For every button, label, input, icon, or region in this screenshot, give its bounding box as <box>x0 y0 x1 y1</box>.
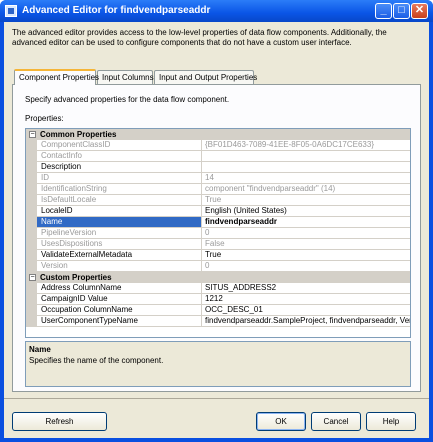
property-value[interactable] <box>202 151 410 161</box>
property-name: Occupation ColumnName <box>37 305 202 315</box>
row-margin <box>26 305 37 316</box>
property-row-version[interactable]: Version 0 <box>26 261 410 272</box>
row-margin <box>26 283 37 294</box>
tab-input-columns[interactable]: Input Columns <box>97 70 154 84</box>
property-row-isdefaultlocale[interactable]: IsDefaultLocale True <box>26 195 410 206</box>
advanced-editor-window: Advanced Editor for findvendparseaddr _ … <box>0 0 433 442</box>
property-row-id[interactable]: ID 14 <box>26 173 410 184</box>
property-row-identificationstring[interactable]: IdentificationString component "findvend… <box>26 184 410 195</box>
row-margin <box>26 206 37 217</box>
maximize-button[interactable]: □ <box>393 3 410 19</box>
category-common-properties[interactable]: − Common Properties <box>26 129 410 140</box>
cancel-button[interactable]: Cancel <box>311 412 361 431</box>
property-name: IsDefaultLocale <box>37 195 202 205</box>
row-margin <box>26 316 37 327</box>
property-value[interactable]: 1212 <box>202 294 410 304</box>
property-name: Description <box>37 162 202 172</box>
title-bar[interactable]: Advanced Editor for findvendparseaddr _ … <box>0 0 433 22</box>
property-value[interactable] <box>202 162 410 172</box>
property-name: UsesDispositions <box>37 239 202 249</box>
property-name: ComponentClassID <box>37 140 202 150</box>
row-margin <box>26 184 37 195</box>
property-name: ID <box>37 173 202 183</box>
property-row-description[interactable]: Description <box>26 162 410 173</box>
property-name: IdentificationString <box>37 184 202 194</box>
help-text: Specifies the name of the component. <box>29 356 164 365</box>
properties-label: Properties: <box>25 114 64 123</box>
row-margin <box>26 228 37 239</box>
component-properties-panel: Specify advanced properties for the data… <box>12 84 421 392</box>
editor-description: The advanced editor provides access to t… <box>12 28 387 47</box>
window-title: Advanced Editor for findvendparseaddr <box>22 5 211 16</box>
property-row-address-columnname[interactable]: Address ColumnName SITUS_ADDRESS2 <box>26 283 410 294</box>
collapse-icon[interactable]: − <box>29 131 36 138</box>
property-row-usesdispositions[interactable]: UsesDispositions False <box>26 239 410 250</box>
row-margin <box>26 261 37 272</box>
property-row-campaignid-value[interactable]: CampaignID Value 1212 <box>26 294 410 305</box>
button-separator <box>4 398 429 399</box>
panel-instruction: Specify advanced properties for the data… <box>25 95 230 104</box>
row-margin <box>26 239 37 250</box>
row-margin <box>26 250 37 261</box>
row-margin <box>26 162 37 173</box>
help-title: Name <box>29 345 51 354</box>
row-margin <box>26 217 37 228</box>
property-value[interactable]: findvendparseaddr.SampleProject, findven… <box>202 316 410 326</box>
property-name: Name <box>37 217 202 227</box>
property-name: ContactInfo <box>37 151 202 161</box>
close-button[interactable]: ✕ <box>411 3 428 19</box>
row-margin <box>26 173 37 184</box>
help-button[interactable]: Help <box>366 412 416 431</box>
ok-button[interactable]: OK <box>256 412 306 431</box>
property-value: component "findvendparseaddr" (14) <box>205 184 336 193</box>
property-row-componentclassid[interactable]: ComponentClassID {BF01D463-7089-41EE-8F0… <box>26 140 410 151</box>
property-value[interactable]: SITUS_ADDRESS2 <box>202 283 410 293</box>
property-value[interactable]: OCC_DESC_01 <box>202 305 410 315</box>
row-margin <box>26 151 37 162</box>
property-value[interactable]: English (United States) <box>202 206 410 216</box>
row-margin <box>26 195 37 206</box>
category-custom-properties[interactable]: − Custom Properties <box>26 272 410 283</box>
property-row-contactinfo[interactable]: ContactInfo <box>26 151 410 162</box>
collapse-icon[interactable]: − <box>29 274 36 281</box>
row-margin <box>26 294 37 305</box>
row-margin <box>26 140 37 151</box>
property-name: LocaleID <box>37 206 202 216</box>
property-name: UserComponentTypeName <box>37 316 202 326</box>
property-value: {BF01D463-7089-41EE-8F05-0A6DC17CE633} <box>205 140 374 149</box>
tab-input-output-properties[interactable]: Input and Output Properties <box>154 70 257 84</box>
property-row-name[interactable]: Name findvendparseaddr <box>26 217 410 228</box>
app-icon <box>5 5 17 17</box>
property-row-validateexternalmetadata[interactable]: ValidateExternalMetadata True <box>26 250 410 261</box>
property-row-localeid[interactable]: LocaleID English (United States) <box>26 206 410 217</box>
property-name: PipelineVersion <box>37 228 202 238</box>
minimize-button[interactable]: _ <box>375 3 392 19</box>
property-value: False <box>205 239 225 248</box>
property-value: 0 <box>205 261 210 270</box>
category-label: Custom Properties <box>40 273 112 282</box>
property-value: 0 <box>205 228 210 237</box>
property-help-pane: Name Specifies the name of the component… <box>25 341 411 387</box>
property-name: ValidateExternalMetadata <box>37 250 202 260</box>
property-grid: − Common Properties ComponentClassID {BF… <box>25 128 411 338</box>
tab-component-properties[interactable]: Component Properties <box>14 69 99 85</box>
property-name: Version <box>37 261 202 271</box>
refresh-button[interactable]: Refresh <box>12 412 107 431</box>
category-label: Common Properties <box>40 130 117 139</box>
property-value: 14 <box>205 173 214 182</box>
property-row-pipelineversion[interactable]: PipelineVersion 0 <box>26 228 410 239</box>
property-value[interactable]: findvendparseaddr <box>202 217 410 227</box>
property-row-occupation-columnname[interactable]: Occupation ColumnName OCC_DESC_01 <box>26 305 410 316</box>
property-name: Address ColumnName <box>37 283 202 293</box>
property-name: CampaignID Value <box>37 294 202 304</box>
property-row-usercomponenttypename[interactable]: UserComponentTypeName findvendparseaddr.… <box>26 316 410 327</box>
property-value[interactable]: True <box>202 250 410 260</box>
property-value: True <box>205 195 222 204</box>
dialog-client-area: The advanced editor provides access to t… <box>4 22 429 438</box>
